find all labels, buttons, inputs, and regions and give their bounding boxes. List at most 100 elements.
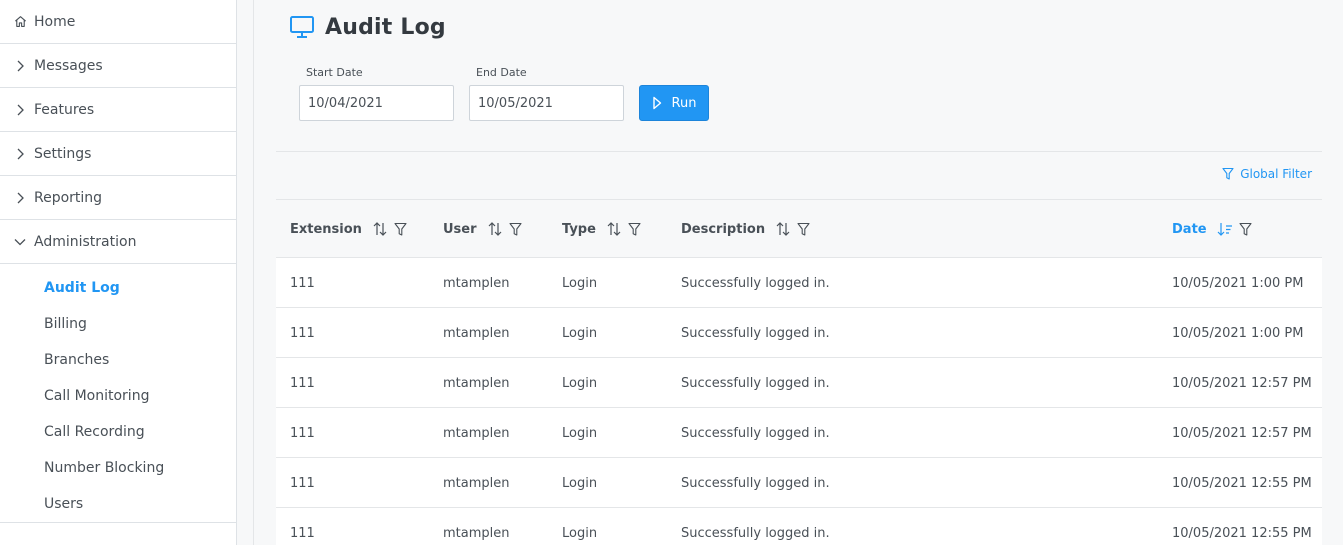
cell-extension: 111 [290, 475, 315, 491]
sidebar-item-number-blocking[interactable]: Number Blocking [0, 450, 236, 486]
sidebar-item-reporting[interactable]: Reporting [0, 176, 236, 220]
sidebar-scroll-gutter [237, 0, 254, 545]
sidebar-item-call-monitoring[interactable]: Call Monitoring [0, 378, 236, 414]
sort-icon[interactable] [372, 221, 388, 237]
sidebar-item-call-recording[interactable]: Call Recording [0, 414, 236, 450]
table-row[interactable]: 111 mtamplen Login Successfully logged i… [276, 308, 1322, 358]
sidebar: Home Messages Features Settings Reportin… [0, 0, 237, 545]
cell-date: 10/05/2021 12:57 PM [1172, 425, 1312, 441]
table-row[interactable]: 111 mtamplen Login Successfully logged i… [276, 358, 1322, 408]
cell-date: 10/05/2021 12:57 PM [1172, 375, 1312, 391]
sidebar-item-label: Administration [34, 233, 137, 250]
end-date-label: End Date [476, 66, 527, 79]
column-header-extension[interactable]: Extension [290, 200, 407, 258]
column-label: Type [562, 221, 596, 237]
sidebar-item-features[interactable]: Features [0, 88, 236, 132]
play-icon [652, 96, 672, 110]
cell-type: Login [562, 425, 598, 441]
run-button-label: Run [671, 95, 697, 111]
sidebar-item-billing[interactable]: Billing [0, 306, 236, 342]
sort-descending-icon[interactable] [1217, 221, 1233, 237]
table-row[interactable]: 111 mtamplen Login Successfully logged i… [276, 408, 1322, 458]
cell-user: mtamplen [443, 475, 510, 491]
cell-extension: 111 [290, 525, 315, 541]
column-label: Description [681, 221, 766, 237]
sort-icon[interactable] [606, 221, 622, 237]
filter-icon[interactable] [797, 222, 810, 237]
sidebar-item-label: Home [34, 13, 76, 30]
cell-type: Login [562, 475, 598, 491]
home-icon [12, 14, 28, 30]
sidebar-item-messages[interactable]: Messages [0, 44, 236, 88]
cell-description: Successfully logged in. [681, 475, 830, 491]
sort-icon[interactable] [487, 221, 503, 237]
cell-date: 10/05/2021 12:55 PM [1172, 525, 1312, 541]
cell-description: Successfully logged in. [681, 375, 830, 391]
column-label: User [443, 221, 477, 237]
cell-description: Successfully logged in. [681, 525, 830, 541]
column-header-description[interactable]: Description [681, 200, 810, 258]
cell-description: Successfully logged in. [681, 425, 830, 441]
table-row[interactable]: 111 mtamplen Login Successfully logged i… [276, 258, 1322, 308]
filter-icon[interactable] [628, 222, 641, 237]
column-label: Extension [290, 221, 362, 237]
cell-type: Login [562, 375, 598, 391]
cell-type: Login [562, 275, 598, 291]
cell-date: 10/05/2021 1:00 PM [1172, 275, 1304, 291]
chevron-right-icon [12, 102, 28, 118]
table-header: Extension User Type Description Date [276, 200, 1322, 258]
sidebar-item-users[interactable]: Users [0, 486, 236, 522]
filter-icon[interactable] [1239, 222, 1252, 237]
main-content: Audit Log Start Date 10/04/2021 End Date… [255, 0, 1343, 545]
audit-log-table: Global Filter Extension User Type Descri… [276, 152, 1322, 545]
column-header-type[interactable]: Type [562, 200, 641, 258]
sidebar-item-home[interactable]: Home [0, 0, 236, 44]
table-toolbar: Global Filter [276, 152, 1322, 200]
column-label: Date [1172, 221, 1207, 237]
sidebar-item-label: Reporting [34, 189, 103, 206]
chevron-right-icon [12, 146, 28, 162]
cell-description: Successfully logged in. [681, 275, 830, 291]
filter-icon[interactable] [508, 222, 522, 237]
sidebar-item-administration[interactable]: Administration [0, 220, 236, 264]
cell-type: Login [562, 525, 598, 541]
cell-extension: 111 [290, 325, 315, 341]
filter-icon [1222, 167, 1234, 180]
cell-description: Successfully logged in. [681, 325, 830, 341]
column-header-date[interactable]: Date [1172, 200, 1252, 258]
sort-icon[interactable] [775, 221, 791, 237]
monitor-icon [289, 14, 315, 40]
page-header: Audit Log [289, 14, 446, 40]
cell-extension: 111 [290, 375, 315, 391]
chevron-right-icon [12, 190, 28, 206]
sidebar-item-settings[interactable]: Settings [0, 132, 236, 176]
sidebar-item-branches[interactable]: Branches [0, 342, 236, 378]
cell-user: mtamplen [443, 425, 510, 441]
run-button[interactable]: Run [639, 85, 709, 121]
cell-user: mtamplen [443, 525, 510, 541]
end-date-input[interactable]: 10/05/2021 [469, 85, 624, 121]
cell-user: mtamplen [443, 325, 510, 341]
cell-extension: 111 [290, 275, 315, 291]
sidebar-item-label: Settings [34, 145, 92, 162]
chevron-down-icon [12, 234, 28, 250]
column-header-user[interactable]: User [443, 200, 522, 258]
table-row[interactable]: 111 mtamplen Login Successfully logged i… [276, 458, 1322, 508]
filter-icon[interactable] [394, 222, 407, 237]
global-filter-label: Global Filter [1240, 167, 1312, 181]
start-date-input[interactable]: 10/04/2021 [299, 85, 454, 121]
cell-type: Login [562, 325, 598, 341]
cell-user: mtamplen [443, 375, 510, 391]
sidebar-item-audit-log[interactable]: Audit Log [0, 270, 236, 306]
sidebar-item-label: Features [34, 101, 95, 118]
table-row[interactable]: 111 mtamplen Login Successfully logged i… [276, 508, 1322, 545]
cell-extension: 111 [290, 425, 315, 441]
sidebar-item-label: Messages [34, 57, 103, 74]
cell-date: 10/05/2021 12:55 PM [1172, 475, 1312, 491]
page-title: Audit Log [325, 14, 446, 40]
start-date-label: Start Date [306, 66, 363, 79]
global-filter-button[interactable]: Global Filter [1222, 167, 1312, 181]
administration-submenu: Audit Log Billing Branches Call Monitori… [0, 264, 236, 523]
chevron-right-icon [12, 58, 28, 74]
cell-user: mtamplen [443, 275, 510, 291]
